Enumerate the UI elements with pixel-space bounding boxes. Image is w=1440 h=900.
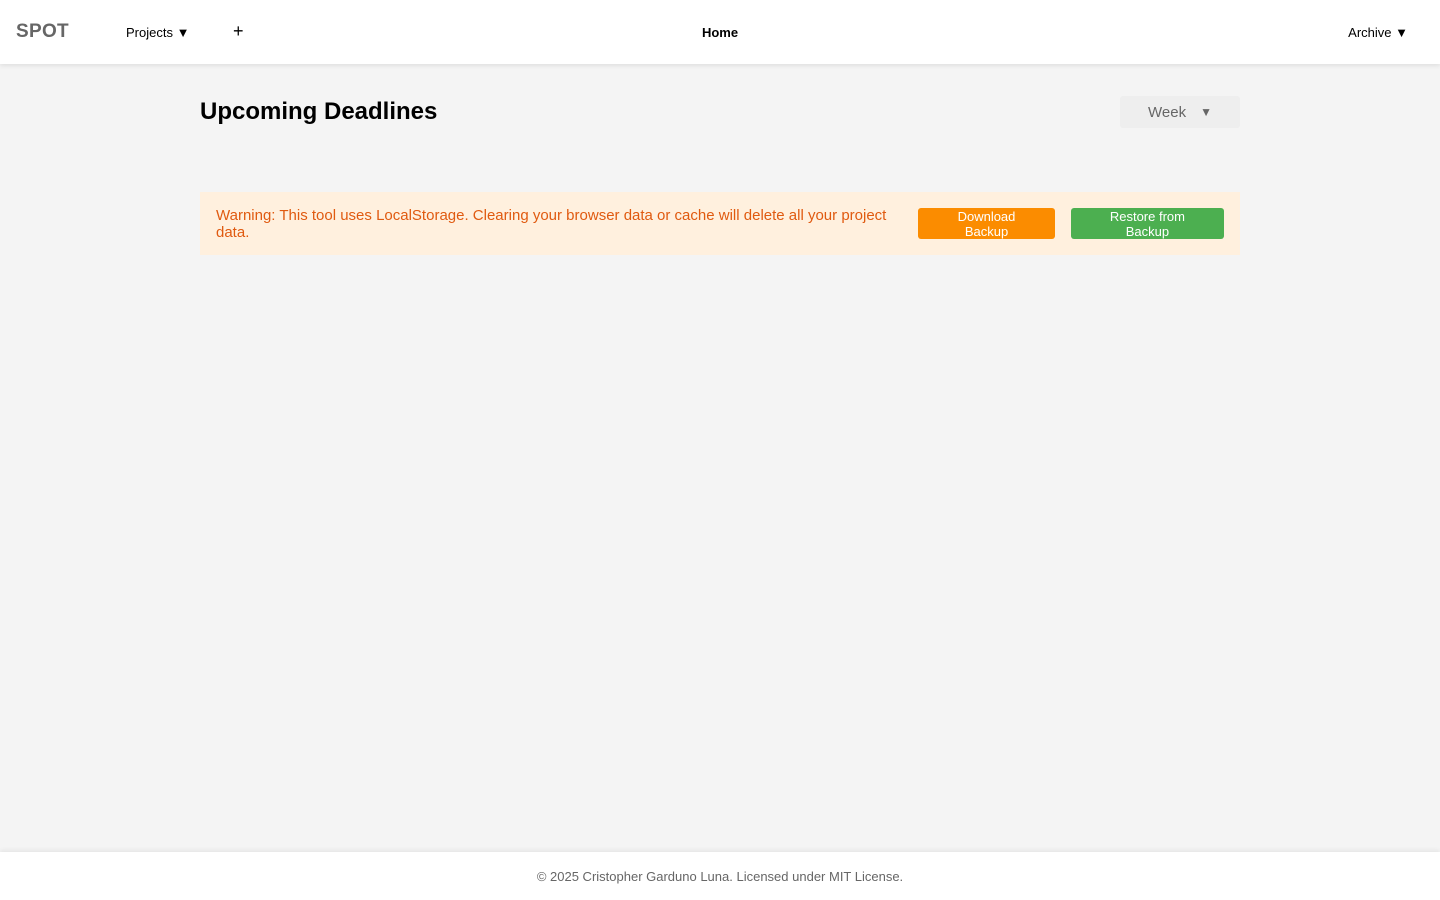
restore-backup-button[interactable]: Restore from Backup [1070,208,1224,239]
projects-dropdown[interactable]: Projects ▼ [126,25,189,40]
range-select[interactable]: Week ▼ [1120,96,1240,128]
download-backup-button[interactable]: Download Backup [918,208,1055,239]
chevron-down-icon: ▼ [1200,105,1212,119]
warning-text: Warning: This tool uses LocalStorage. Cl… [216,206,887,241]
add-project-button[interactable]: + [233,20,244,42]
range-select-value: Week [1148,103,1187,121]
footer-copyright: © 2025 Cristopher Garduno Luna. Licensed… [536,869,904,884]
nav-home-container: Home [0,25,1440,40]
archive-dropdown[interactable]: Archive ▼ [1348,25,1408,40]
nav-home-link[interactable]: Home [702,25,738,40]
footer: © 2025 Cristopher Garduno Luna. Licensed… [0,852,1440,900]
top-navbar: SPOT Projects ▼ + Home Archive ▼ [0,0,1440,64]
page-title: Upcoming Deadlines [200,98,438,125]
localstorage-warning-banner: Warning: This tool uses LocalStorage. Cl… [200,192,1240,255]
brand-logo[interactable]: SPOT [16,21,69,43]
